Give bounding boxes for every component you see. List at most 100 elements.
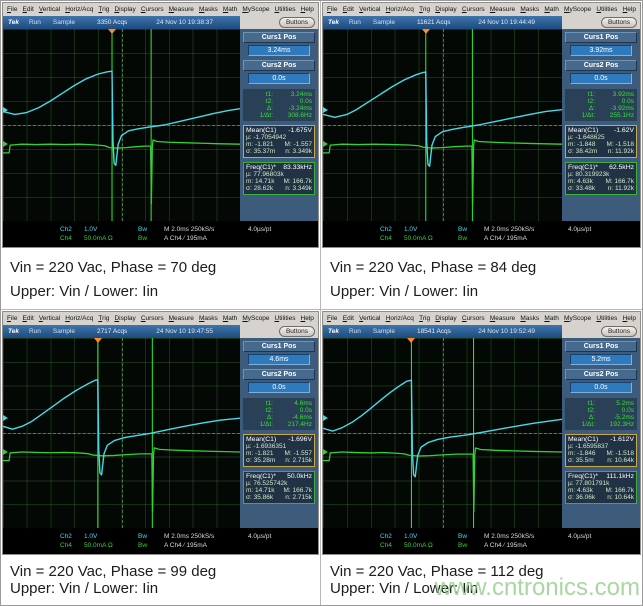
ch2-ground-marker[interactable] <box>323 107 328 113</box>
menu-item-help[interactable]: Help <box>623 6 636 13</box>
buttons-button[interactable]: Buttons <box>601 326 637 337</box>
ch2-ground-marker[interactable] <box>3 107 8 113</box>
menu-item-myscope[interactable]: MyScope <box>564 315 591 322</box>
oscilloscope-window: File Edit Vertical Horiz/Acq Trig Display Curs… <box>322 311 641 555</box>
menu-item-utilities[interactable]: Utilities <box>596 315 617 322</box>
menu-item-masks[interactable]: Masks <box>520 315 539 322</box>
menu-item-vertical[interactable]: Vertical <box>359 315 380 322</box>
mean-sd: σ: 38.42m <box>568 148 597 155</box>
menu-item-math[interactable]: Math <box>223 6 237 13</box>
menu-item-measure[interactable]: Measure <box>490 315 515 322</box>
ch4-ground-marker[interactable] <box>323 141 328 147</box>
trigger-position-marker[interactable] <box>108 29 116 34</box>
buttons-button[interactable]: Buttons <box>601 17 637 28</box>
timebase-readout[interactable]: M 2.0ms 250kS/s <box>484 533 568 540</box>
menu-item-horiz-acq[interactable]: Horiz/Acq <box>386 315 414 322</box>
menu-item-edit[interactable]: Edit <box>23 6 34 13</box>
menu-item-utilities[interactable]: Utilities <box>274 6 295 13</box>
curs2-pos-value[interactable]: 0.0s <box>248 73 310 84</box>
menu-item-display[interactable]: Display <box>435 315 456 322</box>
curs1-pos-value[interactable]: 4.6ms <box>248 354 310 365</box>
buttons-button[interactable]: Buttons <box>279 17 315 28</box>
menu-item-measure[interactable]: Measure <box>169 6 194 13</box>
menu-item-file[interactable]: File <box>7 6 18 13</box>
ch2-scale[interactable]: 1.0V <box>404 533 458 540</box>
freq-min: m: 14.71k <box>246 487 275 494</box>
menu-item-file[interactable]: File <box>327 315 338 322</box>
menu-item-display[interactable]: Display <box>114 315 135 322</box>
menu-item-math[interactable]: Math <box>544 315 558 322</box>
menu-item-masks[interactable]: Masks <box>520 6 539 13</box>
ch2-scale[interactable]: 1.0V <box>84 533 138 540</box>
ch2-scale[interactable]: 1.0V <box>84 226 138 233</box>
curs2-pos-value[interactable]: 0.0s <box>570 382 632 393</box>
menu-item-measure[interactable]: Measure <box>490 6 515 13</box>
menu-item-cursors[interactable]: Cursors <box>462 6 485 13</box>
menu-item-display[interactable]: Display <box>435 6 456 13</box>
trigger-position-marker[interactable] <box>422 29 430 34</box>
menu-item-myscope[interactable]: MyScope <box>242 6 269 13</box>
menu-item-trig[interactable]: Trig <box>419 6 430 13</box>
menu-item-masks[interactable]: Masks <box>199 6 218 13</box>
menu-item-file[interactable]: File <box>7 315 18 322</box>
ch4-ground-marker[interactable] <box>323 449 328 455</box>
ch4-ground-marker[interactable] <box>3 141 8 147</box>
menu-item-utilities[interactable]: Utilities <box>596 6 617 13</box>
menu-item-myscope[interactable]: MyScope <box>242 315 269 322</box>
menu-item-edit[interactable]: Edit <box>343 315 354 322</box>
quadrant-bottom-right: www.cntronics.com FileEditVerticalHoriz/… <box>321 310 642 605</box>
menu-item-cursors[interactable]: Cursors <box>462 315 485 322</box>
curs2-pos-value[interactable]: 0.0s <box>570 73 632 84</box>
trigger-readout[interactable]: A Ch4 ∕ 195mA <box>484 235 568 242</box>
menu-item-masks[interactable]: Masks <box>199 315 218 322</box>
menu-item-measure[interactable]: Measure <box>169 315 194 322</box>
channel-readout-bar: Ch2 1.0V Bw M 2.0ms 250kS/s 4.0µs/pt Ch4… <box>323 221 640 247</box>
curs1-pos-value[interactable]: 3.24ms <box>248 45 310 56</box>
menu-item-math[interactable]: Math <box>544 6 558 13</box>
ch4-scale[interactable]: 50.0mA Ω <box>84 235 138 242</box>
trigger-readout[interactable]: A Ch4 ∕ 195mA <box>484 542 568 549</box>
menu-item-help[interactable]: Help <box>301 315 314 322</box>
ch2-scale[interactable]: 1.0V <box>404 226 458 233</box>
menu-item-edit[interactable]: Edit <box>23 315 34 322</box>
menu-item-trig[interactable]: Trig <box>98 315 109 322</box>
menu-item-vertical[interactable]: Vertical <box>39 315 60 322</box>
curs2-pos-value[interactable]: 0.0s <box>248 382 310 393</box>
ch2-ground-marker[interactable] <box>323 415 328 421</box>
menu-item-cursors[interactable]: Cursors <box>141 6 164 13</box>
ch4-ground-marker[interactable] <box>3 449 8 455</box>
menu-item-math[interactable]: Math <box>223 315 237 322</box>
menu-item-vertical[interactable]: Vertical <box>39 6 60 13</box>
menu-item-myscope[interactable]: MyScope <box>564 6 591 13</box>
timebase-readout[interactable]: M 2.0ms 250kS/s <box>164 226 248 233</box>
ch4-scale[interactable]: 50.0mA Ω <box>404 542 458 549</box>
menu-item-cursors[interactable]: Cursors <box>141 315 164 322</box>
trigger-position-marker[interactable] <box>407 338 415 343</box>
ch4-scale[interactable]: 50.0mA Ω <box>404 235 458 242</box>
run-status: Run <box>29 328 41 335</box>
buttons-button[interactable]: Buttons <box>279 326 315 337</box>
menu-item-help[interactable]: Help <box>623 315 636 322</box>
figure-caption: Vin = 220 Vac, Phase = 70 deg Upper: Vin… <box>1 248 320 309</box>
menu-item-vertical[interactable]: Vertical <box>359 6 380 13</box>
menu-item-display[interactable]: Display <box>114 6 135 13</box>
menu-item-utilities[interactable]: Utilities <box>274 315 295 322</box>
curs1-pos-value[interactable]: 3.92ms <box>570 45 632 56</box>
ch2-ground-marker[interactable] <box>3 415 8 421</box>
menu-item-horiz-acq[interactable]: Horiz/Acq <box>65 6 93 13</box>
menu-item-trig[interactable]: Trig <box>419 315 430 322</box>
timebase-readout[interactable]: M 2.0ms 250kS/s <box>164 533 248 540</box>
menu-item-trig[interactable]: Trig <box>98 6 109 13</box>
ch4-scale[interactable]: 50.0mA Ω <box>84 542 138 549</box>
trigger-position-marker[interactable] <box>94 338 102 343</box>
trigger-readout[interactable]: A Ch4 ∕ 195mA <box>164 542 248 549</box>
menu-item-file[interactable]: File <box>327 6 338 13</box>
menu-item-help[interactable]: Help <box>301 6 314 13</box>
menu-item-horiz-acq[interactable]: Horiz/Acq <box>65 315 93 322</box>
timebase-readout[interactable]: M 2.0ms 250kS/s <box>484 226 568 233</box>
acquisition-count: 11621 Acqs <box>417 19 451 26</box>
curs1-pos-value[interactable]: 5.2ms <box>570 354 632 365</box>
menu-item-edit[interactable]: Edit <box>343 6 354 13</box>
trigger-readout[interactable]: A Ch4 ∕ 195mA <box>164 235 248 242</box>
menu-item-horiz-acq[interactable]: Horiz/Acq <box>386 6 414 13</box>
